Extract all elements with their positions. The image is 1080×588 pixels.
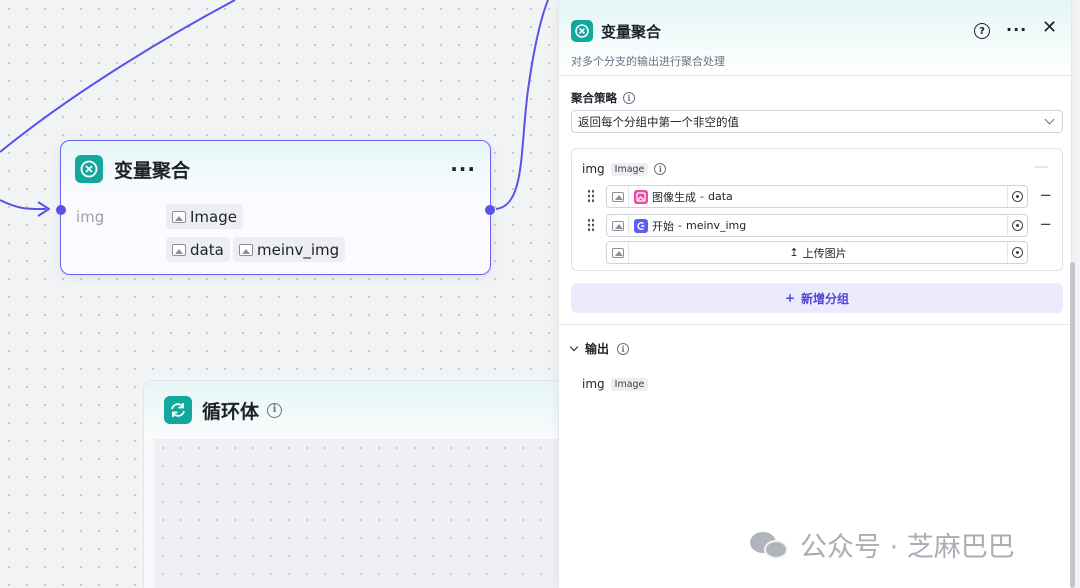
help-icon[interactable]: ? (974, 23, 990, 39)
node-header: 变量聚合 ··· (61, 141, 490, 197)
aggregate-icon (571, 20, 593, 42)
strategy-label-text: 聚合策略 (571, 91, 617, 105)
output-section-header[interactable]: 输出 i (569, 340, 630, 357)
loop-node-header: 循环体 i (144, 381, 572, 439)
upload-input[interactable]: ↥ 上传图片 (606, 241, 1028, 264)
info-icon[interactable]: i (623, 92, 635, 104)
node-var-label: img (76, 208, 105, 226)
var-chip-image: Image (166, 204, 243, 229)
edge-arrowhead (37, 201, 50, 217)
start-icon (634, 218, 648, 233)
watermark: 公众号 · 芝麻巴巴 (750, 525, 1015, 564)
panel-more-icon[interactable]: ··· (1006, 20, 1027, 39)
chevron-down-icon (1044, 114, 1055, 125)
ref-source: 开始 (652, 219, 674, 233)
strategy-label: 聚合策略 i (571, 90, 635, 106)
loop-icon (164, 396, 192, 424)
image-type-icon (607, 242, 629, 263)
variable-ref-input[interactable]: 开始 - meinv_img (606, 214, 1028, 237)
plus-icon: + (784, 291, 796, 305)
group-item-row: 开始 - meinv_img − (582, 214, 1052, 237)
edge-incoming-top (0, 0, 236, 153)
node-settings-panel: 变量聚合 对多个分支的输出进行聚合处理 ? ··· ✕ 聚合策略 i 返回每个分… (558, 0, 1072, 588)
type-badge: Image (610, 377, 649, 391)
variable-ref: 图像生成 - data (634, 189, 733, 205)
upload-image-button[interactable]: ↥ 上传图片 (629, 245, 1007, 261)
ref-separator: - (678, 219, 682, 232)
info-icon[interactable]: i (267, 402, 283, 418)
variable-ref: 开始 - meinv_img (634, 218, 746, 234)
drag-handle-icon[interactable] (587, 218, 595, 232)
loop-body-canvas[interactable] (154, 439, 562, 588)
panel-header: 变量聚合 对多个分支的输出进行聚合处理 ? ··· ✕ (559, 0, 1071, 76)
upload-label: 上传图片 (802, 246, 847, 260)
var-chip-meinv-img: meinv_img (233, 237, 346, 262)
edge-incoming-main (0, 199, 47, 211)
output-variable: img Image (582, 377, 649, 391)
strategy-value: 返回每个分组中第一个非空的值 (578, 114, 739, 129)
ref-var: data (707, 190, 733, 203)
node-title: 变量聚合 (114, 159, 191, 182)
section-divider (559, 324, 1071, 325)
watermark-text: 公众号 · 芝麻巴巴 (800, 532, 1015, 563)
group-upload-row: ↥ 上传图片 (582, 241, 1052, 264)
edge-outgoing (495, 0, 549, 210)
panel-title: 变量聚合 (601, 23, 662, 41)
output-label: 输出 (585, 342, 610, 356)
image-type-icon (607, 215, 629, 236)
type-badge: Image (610, 162, 649, 176)
node-more-icon[interactable]: ··· (450, 159, 476, 179)
upload-icon: ↥ (789, 246, 799, 259)
select-variable-icon[interactable] (1007, 242, 1027, 263)
collapse-chevron-icon[interactable] (569, 342, 579, 351)
image-generation-icon (634, 189, 648, 204)
loop-node-title: 循环体 (202, 400, 260, 423)
group-name: img (582, 162, 605, 176)
input-port[interactable] (56, 205, 66, 215)
aggregate-icon (75, 155, 103, 183)
info-icon[interactable]: i (617, 342, 630, 355)
variable-group-card: img Image i — 图像生成 - data − 开始 - meinv_i… (571, 148, 1063, 271)
info-icon[interactable]: i (654, 163, 667, 175)
loop-body-node[interactable]: 循环体 i (143, 380, 573, 588)
group-header: img Image i (582, 162, 667, 176)
strategy-select[interactable]: 返回每个分组中第一个非空的值 (571, 110, 1063, 133)
add-group-button[interactable]: + 新增分组 (571, 283, 1063, 313)
remove-group-icon[interactable]: — (1034, 159, 1048, 175)
chip-label: meinv_img (257, 240, 340, 259)
image-icon (239, 243, 253, 256)
chip-label: Image (190, 207, 237, 226)
close-icon[interactable]: ✕ (1042, 17, 1057, 38)
var-chip-data: data (166, 237, 230, 262)
group-item-row: 图像生成 - data − (582, 185, 1052, 208)
output-port[interactable] (485, 205, 495, 215)
ref-var: meinv_img (685, 219, 747, 232)
ref-separator: - (700, 190, 704, 203)
remove-item-icon[interactable]: − (1039, 186, 1052, 204)
wechat-icon (750, 529, 790, 561)
add-group-label: 新增分组 (801, 291, 850, 306)
output-var-name: img (582, 377, 605, 391)
drag-handle-icon[interactable] (587, 189, 595, 203)
variable-ref-input[interactable]: 图像生成 - data (606, 185, 1028, 208)
image-icon (172, 243, 186, 256)
chip-label: data (190, 240, 224, 259)
select-variable-icon[interactable] (1007, 215, 1027, 236)
remove-item-icon[interactable]: − (1039, 215, 1052, 233)
ref-source: 图像生成 (652, 190, 696, 204)
select-variable-icon[interactable] (1007, 186, 1027, 207)
variable-aggregate-node[interactable]: 变量聚合 ··· img Image data meinv_img (56, 140, 495, 275)
panel-scrollbar[interactable] (1070, 262, 1075, 588)
image-type-icon (607, 186, 629, 207)
image-icon (172, 210, 186, 223)
panel-description: 对多个分支的输出进行聚合处理 (571, 55, 725, 68)
